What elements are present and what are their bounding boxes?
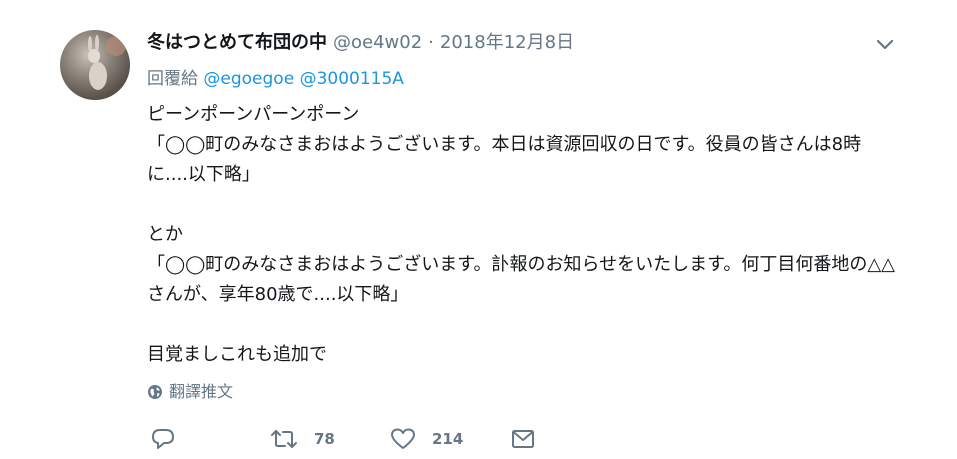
heart-icon	[391, 428, 415, 449]
tweet-actions: 78 214	[147, 425, 567, 453]
retweet-count: 78	[314, 430, 335, 448]
retweet-button[interactable]: 78	[270, 425, 335, 453]
reply-mention[interactable]: @egoegoe	[203, 69, 294, 89]
globe-icon	[148, 385, 162, 399]
separator-dot: ·	[428, 32, 434, 53]
translate-label: 翻譯推文	[169, 382, 234, 401]
direct-message-button[interactable]	[510, 425, 536, 453]
tweet-text: ピーンポーンパーンポーン 「◯◯町のみなさまおはようございます。本日は資源回収の…	[147, 104, 896, 365]
reply-icon	[152, 429, 174, 449]
reply-mention[interactable]: @3000115A	[300, 69, 404, 89]
chevron-down-icon[interactable]	[872, 32, 898, 56]
reply-context: 回覆給 @egoegoe @3000115A	[147, 67, 404, 91]
like-button[interactable]: 214	[390, 425, 463, 453]
tweet: 冬はつとめて布団の中 @oe4w02 · 2018年12月8日 回覆給 @egoego…	[0, 0, 957, 459]
retweet-icon	[271, 430, 297, 448]
author-handle[interactable]: @oe4w02	[333, 32, 422, 53]
rabbit-photo	[88, 35, 126, 90]
tweet-header: 冬はつとめて布団の中 @oe4w02 · 2018年12月8日	[147, 31, 574, 55]
envelope-icon	[512, 430, 534, 448]
reply-label: 回覆給	[147, 69, 198, 89]
tweet-date[interactable]: 2018年12月8日	[440, 32, 574, 53]
like-count: 214	[432, 430, 464, 448]
translate-tweet-link[interactable]: 翻譯推文	[147, 380, 233, 404]
author-name[interactable]: 冬はつとめて布団の中	[147, 32, 327, 53]
reply-button[interactable]	[150, 425, 176, 453]
avatar[interactable]	[60, 30, 130, 100]
